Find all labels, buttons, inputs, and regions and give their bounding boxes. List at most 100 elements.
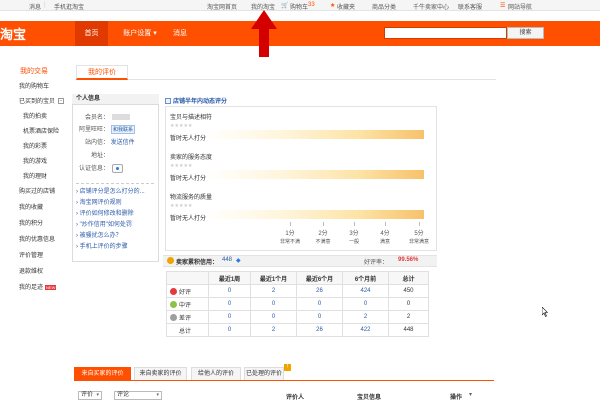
topbar-mobile[interactable]: 手机逛淘宝 — [54, 2, 84, 11]
table-cell[interactable]: 2 — [250, 284, 297, 298]
table-cell[interactable]: 0 — [208, 310, 251, 324]
sidebar-item-travel[interactable]: 机票酒店保险 — [23, 126, 59, 135]
sidebar-item-points[interactable]: 我的积分 — [19, 218, 43, 227]
table-cell: 0 — [388, 297, 429, 311]
grid-icon: ☰ — [500, 3, 506, 9]
search-input[interactable] — [384, 27, 507, 39]
taobao-logo[interactable]: 淘宝 — [0, 24, 26, 43]
table-cell[interactable]: 0 — [208, 323, 251, 337]
table-header — [166, 271, 209, 285]
table-cell[interactable]: 0 — [250, 297, 297, 311]
sidebar-item-reviews[interactable]: 评价管理 — [19, 250, 43, 259]
topbar-cart[interactable]: 购物车 — [290, 2, 308, 11]
topbar-messages[interactable]: 消息 — [29, 2, 41, 11]
table-cell[interactable]: 424 — [342, 284, 389, 298]
rating-label-logistics: 物流服务的质量 — [170, 195, 213, 201]
chevron-down-icon: ▾ — [96, 392, 99, 398]
sidebar-item-games[interactable]: 我的游戏 — [23, 156, 47, 165]
info-row-wangwang: 阿里旺旺： 和我联系 — [74, 124, 136, 134]
wangwang-contact-button[interactable]: 和我联系 — [111, 125, 136, 134]
row-label-total: 总计 — [166, 323, 209, 337]
seller-credit-icon — [167, 257, 174, 264]
info-icon: ! — [284, 364, 291, 371]
faq-link[interactable]: "炒作信用"如何处罚 — [76, 219, 132, 228]
info-key: 认证信息： — [78, 166, 109, 172]
tab-from-sellers[interactable]: 来自卖家的评价 — [134, 367, 187, 380]
rating-status: 暂时无人打分 — [170, 216, 207, 222]
star-icon: ★ — [330, 3, 336, 9]
sidebar-item-my-trades[interactable]: 我的交易 — [20, 66, 48, 76]
topbar-separator: | — [44, 2, 46, 8]
scale-tick — [419, 222, 420, 226]
row-label-text: 中评 — [179, 302, 192, 309]
table-row: 中评 0 0 0 0 0 — [166, 297, 429, 311]
table-cell[interactable]: 26 — [296, 323, 343, 337]
sidebar-item-finance[interactable]: 我的理财 — [23, 171, 47, 180]
table-cell: 2 — [388, 310, 429, 324]
sidebar-item-shops[interactable]: 购买过的店铺 — [19, 186, 55, 195]
sidebar-item-coupons[interactable]: 我的优惠信息 — [19, 234, 55, 243]
collapse-icon[interactable]: − — [58, 98, 65, 105]
topbar-cart-count: 33 — [308, 2, 315, 8]
credit-table: 最近1周 最近1个月 最近6个月 6个月前 总计 好评 0 2 26 424 4… — [166, 271, 429, 337]
cart-icon[interactable]: 🛒 — [281, 2, 288, 9]
faq-link[interactable]: 淘宝网评价规则 — [76, 197, 122, 206]
table-cell[interactable]: 2 — [250, 323, 297, 337]
sidebar-item-purchased[interactable]: 已买到的宝贝 − — [19, 96, 65, 105]
send-mail-link[interactable]: 发送信件 — [111, 140, 135, 146]
row-label-text: 好评 — [179, 289, 192, 296]
scale-tick — [290, 222, 291, 226]
info-row-address: 地址： — [74, 150, 109, 159]
topbar-categories[interactable]: 商品分类 — [372, 2, 396, 11]
good-rate-value: 99.56% — [398, 257, 419, 263]
column-actions: 操作 — [450, 395, 463, 401]
table-cell[interactable]: 0 — [296, 310, 343, 324]
topbar-site-nav[interactable]: 网站导航 — [508, 2, 532, 11]
tab-my-reviews[interactable]: 我的评价 — [76, 65, 128, 80]
search-button[interactable]: 搜索 — [507, 27, 544, 39]
nav-home[interactable]: 首页 — [75, 21, 108, 46]
select-value: 评价 — [81, 392, 94, 398]
table-cell[interactable]: 0 — [208, 297, 251, 311]
nav-messages[interactable]: 消息 — [168, 21, 192, 46]
table-cell[interactable]: 422 — [342, 323, 389, 337]
faq-link[interactable]: 评价如何修改和删除 — [76, 208, 134, 217]
sidebar-item-cart[interactable]: 我的购物车 — [19, 81, 49, 90]
table-cell[interactable]: 26 — [296, 284, 343, 298]
tab-from-buyers[interactable]: 来自买家的评价 — [74, 367, 131, 380]
sidebar-item-footprints[interactable]: 我的足迹 NEW — [19, 282, 57, 291]
table-cell[interactable]: 0 — [296, 297, 343, 311]
sidebar-item-refunds[interactable]: 退款维权 — [19, 266, 43, 275]
table-row: 好评 0 2 26 424 450 — [166, 284, 429, 298]
topbar-service[interactable]: 联系客服 — [458, 2, 482, 11]
comment-type-select[interactable]: 评论 ▾ — [114, 391, 162, 400]
info-key: 阿里旺旺： — [78, 127, 109, 133]
sidebar-item-favorites[interactable]: 我的收藏 — [19, 202, 43, 211]
sidebar-item-lottery[interactable]: 我的彩票 — [23, 141, 47, 150]
topbar-home[interactable]: 淘宝网首页 — [207, 2, 237, 11]
topbar-seller-center[interactable]: 千牛卖家中心 — [413, 2, 449, 11]
tab-given-to-others[interactable]: 给他人的评价 — [191, 367, 241, 380]
row-label-good: 好评 — [166, 284, 209, 298]
table-cell[interactable]: 0 — [250, 310, 297, 324]
verification-icon[interactable] — [112, 163, 123, 173]
tab-processed[interactable]: 已处理的评价 — [244, 367, 284, 380]
topbar-favorites[interactable]: 收藏夹 — [337, 2, 355, 11]
faq-link[interactable]: 手机上评价的步骤 — [76, 241, 128, 250]
table-cell[interactable]: 0 — [208, 284, 251, 298]
faq-link[interactable]: 被骚扰怎么办？ — [76, 230, 122, 239]
diamond-icon: ◆ — [236, 258, 241, 264]
sidebar-item-auction[interactable]: 我的拍卖 — [23, 111, 47, 120]
scale-label: 非常满意 — [408, 239, 429, 245]
red-arrow-annotation — [251, 10, 277, 57]
table-cell[interactable]: 2 — [342, 310, 389, 324]
scale-tick — [385, 222, 386, 226]
rating-label-service: 卖家的服务态度 — [170, 155, 213, 161]
scale-score: 1分 — [285, 231, 295, 237]
chevron-down-icon[interactable]: ▾ — [469, 391, 472, 398]
faq-link[interactable]: 店铺评分是怎么打分的... — [76, 186, 145, 195]
table-header: 最近6个月 — [296, 271, 343, 285]
nav-account-settings[interactable]: 账户设置 ▾ — [118, 21, 162, 46]
review-type-select[interactable]: 评价 ▾ — [78, 391, 102, 400]
table-cell[interactable]: 0 — [342, 297, 389, 311]
